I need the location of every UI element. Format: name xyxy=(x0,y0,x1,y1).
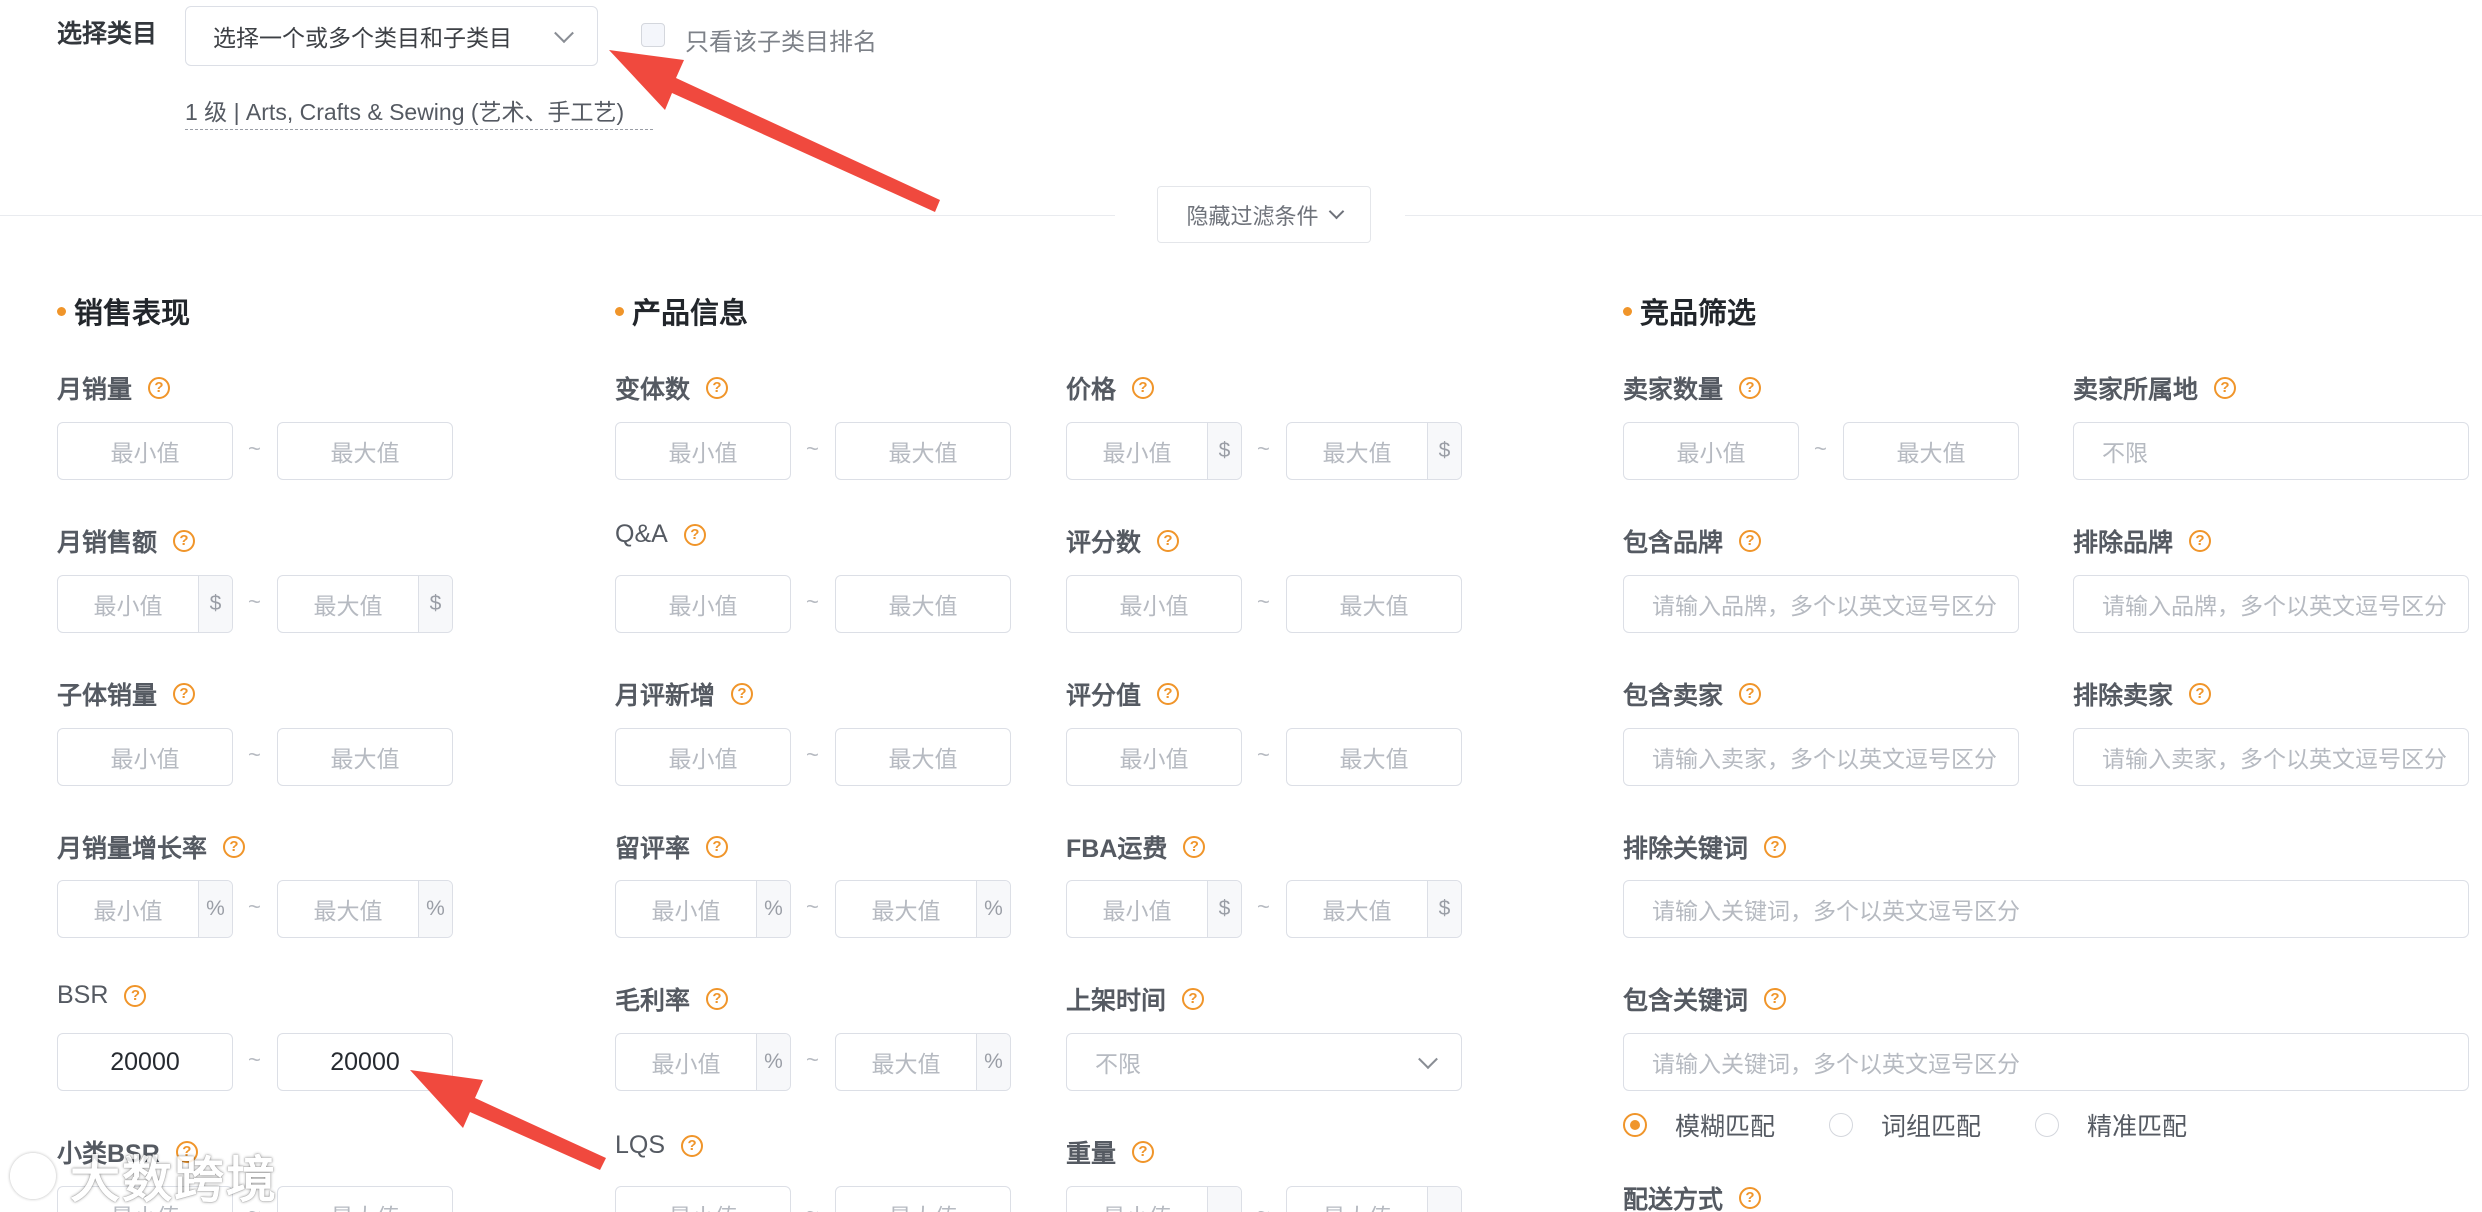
arrow-top-icon xyxy=(609,50,940,212)
annotation-arrows xyxy=(410,50,940,1170)
watermark-text: 大数跨境 xyxy=(70,1152,278,1208)
watermark-logo: 大数跨境 xyxy=(10,1140,278,1212)
watermark-c-icon xyxy=(10,1153,56,1199)
arrow-bottom-icon xyxy=(410,1070,606,1170)
